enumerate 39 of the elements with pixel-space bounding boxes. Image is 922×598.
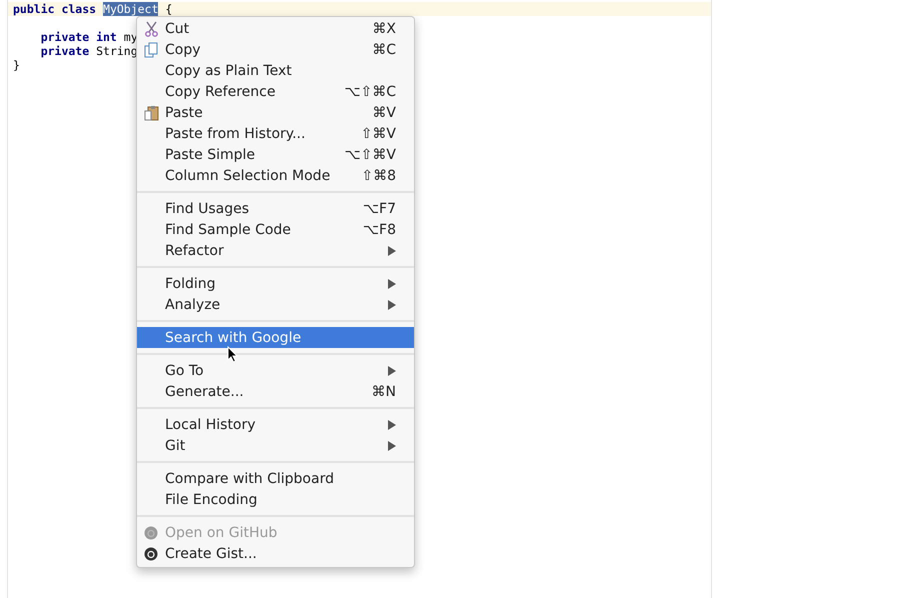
code-text: { [164, 2, 172, 16]
code-keyword: private int [40, 30, 118, 44]
menu-item[interactable]: Find Sample Code ⌥F8 [137, 219, 414, 240]
menu-item[interactable]: Cut ⌘X [137, 18, 414, 39]
menu-item[interactable]: Local History [137, 414, 414, 435]
submenu-arrow-icon [388, 246, 396, 256]
menu-item[interactable]: Create Gist... [137, 543, 414, 564]
submenu-arrow-icon [388, 366, 396, 376]
menu-item[interactable]: File Encoding [137, 489, 414, 510]
menu-item[interactable]: Refactor [137, 240, 414, 261]
submenu-arrow-icon [388, 300, 396, 310]
code-text: my [124, 30, 138, 44]
menu-item[interactable]: Find Usages ⌥F7 [137, 198, 414, 219]
menu-item[interactable]: Paste ⌘V [137, 102, 414, 123]
submenu-arrow-icon [388, 420, 396, 430]
submenu-arrow-icon [388, 440, 396, 450]
menu-item[interactable]: Git [137, 435, 414, 456]
menu-item[interactable]: Paste Simple ⌥⇧⌘V [137, 144, 414, 165]
code-text: } [13, 58, 20, 72]
mouse-pointer-icon [227, 346, 238, 363]
menu-item[interactable]: Compare with Clipboard [137, 468, 414, 489]
menu-item[interactable]: Search with Google [137, 327, 414, 348]
code-text: String [96, 44, 138, 58]
menu-item[interactable]: Column Selection Mode ⇧⌘8 [137, 165, 414, 186]
menu-item[interactable]: Copy Reference ⌥⇧⌘C [137, 81, 414, 102]
menu-item[interactable]: Go To [137, 360, 414, 381]
code-keyword: private [40, 44, 90, 58]
menu-item[interactable]: Generate... ⌘N [137, 381, 414, 402]
menu-item[interactable]: Analyze [137, 294, 414, 315]
copy-icon [144, 42, 159, 58]
menu-item[interactable]: Copy ⌘C [137, 39, 414, 60]
scissors-icon [144, 20, 159, 36]
menu-item[interactable]: Folding [137, 273, 414, 294]
code-keyword: public class [13, 2, 98, 16]
menu-item[interactable]: Copy as Plain Text [137, 60, 414, 81]
selected-code: MyObject [103, 2, 158, 16]
clipboard-icon [144, 104, 159, 120]
menu-item[interactable]: Paste from History... ⇧⌘V [137, 123, 414, 144]
submenu-arrow-icon [388, 278, 396, 288]
